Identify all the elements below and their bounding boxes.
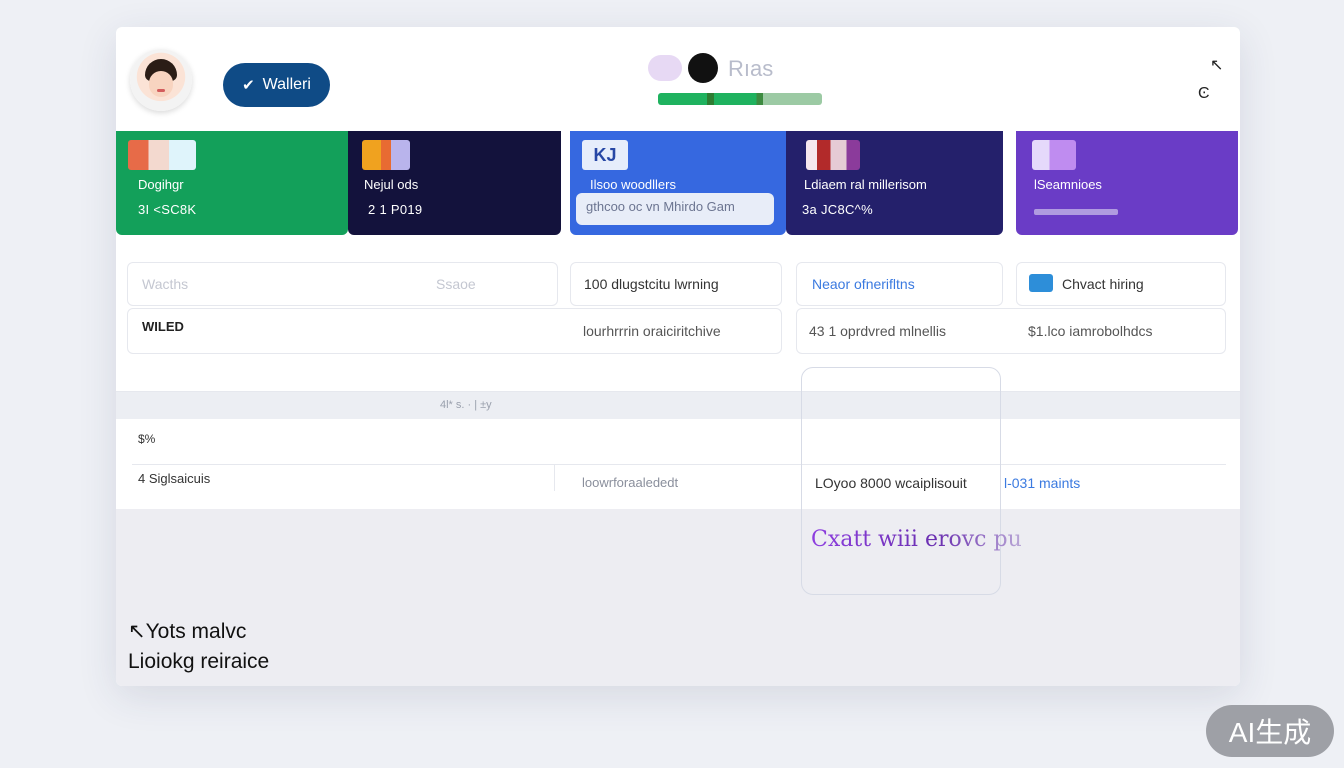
footer-heading: ↖Yots malvc Lioiokg reiraice bbox=[128, 617, 269, 677]
card-label: lSeamnioes bbox=[1034, 177, 1102, 192]
brand-logo: Rıas bbox=[648, 53, 828, 113]
stat-card-3[interactable]: KJ Ilsoo woodllers gthcoo oc vn Mhirdo G… bbox=[570, 131, 786, 235]
expand-icon[interactable]: ↖ bbox=[1210, 55, 1223, 75]
avatar[interactable] bbox=[130, 49, 192, 111]
chat-button-label[interactable]: Cxatt wiii erovc pu bbox=[811, 527, 1022, 552]
brand-progress-bar bbox=[658, 93, 822, 105]
card-value-bar bbox=[1034, 209, 1118, 215]
wallet-button[interactable]: ✔ Walleri bbox=[223, 63, 330, 107]
card-label: Ilsoo woodllers bbox=[590, 177, 676, 192]
filter-next-label: Neaor ofnerifltns bbox=[812, 276, 915, 292]
table-cell: loowrforaalededt bbox=[582, 475, 679, 490]
brand-pill-icon bbox=[648, 55, 682, 81]
card-thumbnail bbox=[1032, 140, 1076, 170]
footer-line-2: Lioiokg reiraice bbox=[128, 650, 270, 673]
stat-card-2[interactable]: Nejul ods 2 1 P019 bbox=[348, 131, 561, 235]
card-value: 3I <SC8K bbox=[138, 202, 197, 217]
filter-training[interactable]: 100 dlugstcitu lwrning bbox=[570, 262, 782, 306]
card-label: Ldiaem ral millerisom bbox=[804, 177, 927, 192]
table-row-label: 4 Siglsaicuis bbox=[138, 471, 211, 486]
card-search-input[interactable]: gthcoo oc vn Mhirdo Gam bbox=[576, 193, 774, 225]
search-input-placeholder: Wacths bbox=[142, 276, 189, 292]
ai-generated-badge: AI生成 bbox=[1206, 705, 1334, 757]
brand-name: Rıas bbox=[728, 56, 774, 81]
avatar-face bbox=[149, 71, 173, 97]
filter-training-label: 100 dlugstcitu lwrning bbox=[584, 276, 719, 292]
divider bbox=[116, 391, 1240, 392]
card-thumbnail bbox=[128, 140, 196, 170]
table-link[interactable]: l-031 maints bbox=[1004, 475, 1080, 491]
card-thumbnail bbox=[362, 140, 410, 170]
stat-card-1[interactable]: Dogihgr 3I <SC8K bbox=[116, 131, 348, 235]
bottom-section bbox=[116, 509, 1240, 686]
chat-bubble[interactable] bbox=[801, 367, 1001, 595]
menu-icon[interactable]: Ͼ bbox=[1198, 85, 1210, 103]
row-panel-right: 43 1 oprdvred mlnellis $1.lco iamrobolhd… bbox=[796, 308, 1226, 354]
card-value: 3a JC8C^% bbox=[802, 202, 873, 217]
table-row-label: $% bbox=[138, 432, 156, 446]
stat-cards: Dogihgr 3I <SC8K Nejul ods 2 1 P019 KJ I… bbox=[116, 131, 1240, 235]
stat-card-4[interactable]: Ldiaem ral millerisom 3a JC8C^% bbox=[786, 131, 1003, 235]
filter-hiring-label: Chvact hiring bbox=[1062, 276, 1144, 292]
calendar-icon bbox=[1029, 274, 1053, 292]
search-scope: Ssaoe bbox=[436, 276, 476, 292]
row-label: WILED bbox=[142, 319, 184, 334]
brand-circle-icon bbox=[688, 53, 718, 83]
header: ✔ Walleri Rıas ↖ Ͼ bbox=[116, 27, 1240, 131]
avatar-mouth bbox=[157, 89, 165, 92]
row-cell: lourhrrrin oraiciritchive bbox=[583, 323, 721, 339]
card-label: Nejul ods bbox=[364, 177, 419, 192]
filter-hiring[interactable]: Chvact hiring bbox=[1016, 262, 1226, 306]
search-panel[interactable]: Wacths Ssaoe bbox=[127, 262, 558, 306]
row-cell: 43 1 oprdvred mlnellis bbox=[809, 323, 946, 339]
divider bbox=[554, 465, 555, 491]
row-cell: $1.lco iamrobolhdcs bbox=[1028, 323, 1153, 339]
table-header: 4l* s. · | ±y bbox=[116, 391, 1240, 419]
card-thumbnail bbox=[806, 140, 860, 170]
card-value: 2 1 P019 bbox=[368, 202, 423, 217]
row-panel-left: WILED lourhrrrin oraiciritchive bbox=[127, 308, 782, 354]
card-thumbnail-icon: KJ bbox=[582, 140, 628, 170]
stat-card-5[interactable]: lSeamnioes bbox=[1016, 131, 1238, 235]
divider bbox=[132, 464, 1226, 465]
app-window: ✔ Walleri Rıas ↖ Ͼ Dogihgr 3I <SC8K Neju… bbox=[116, 27, 1240, 686]
filter-next[interactable]: Neaor ofnerifltns bbox=[796, 262, 1003, 306]
table-header-text: 4l* s. · | ±y bbox=[440, 399, 492, 411]
card-label: Dogihgr bbox=[138, 177, 184, 192]
wallet-button-label: Walleri bbox=[262, 76, 311, 93]
check-icon: ✔ bbox=[242, 77, 255, 94]
footer-line-1: ↖Yots malvc bbox=[128, 620, 247, 643]
